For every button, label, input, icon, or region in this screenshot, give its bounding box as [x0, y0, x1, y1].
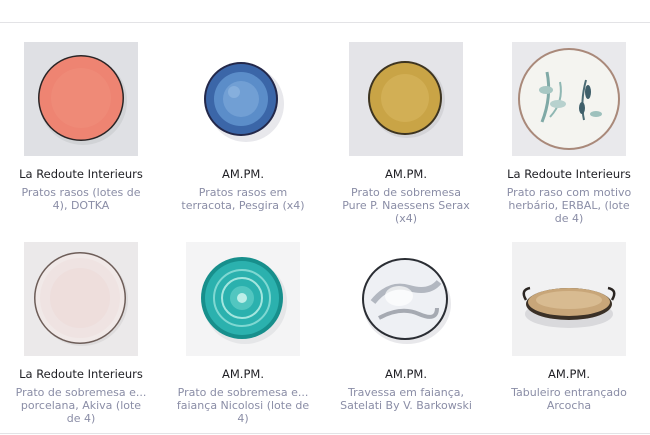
product-title[interactable]: Prato raso com motivo herbário, ERBAL, (…	[501, 186, 637, 225]
product-card[interactable]: La Redoute Interieurs Pratos rasos (lote…	[0, 42, 162, 212]
product-brand[interactable]: AM.PM.	[325, 167, 487, 181]
product-image-blue-glazed-plate[interactable]	[186, 42, 300, 156]
product-image-herbal-plate[interactable]	[512, 42, 626, 156]
product-image-woven-tray[interactable]	[512, 242, 626, 356]
product-image-turquoise-mandala-plate[interactable]	[186, 242, 300, 356]
product-brand[interactable]: AM.PM.	[325, 367, 487, 381]
product-title[interactable]: Pratos rasos em terracota, Pesgira (x4)	[175, 186, 311, 212]
product-brand[interactable]: La Redoute Interieurs	[488, 167, 650, 181]
product-title[interactable]: Pratos rasos (lotes de 4), DOTKA	[13, 186, 149, 212]
product-title[interactable]: Prato de sobremesa e... porcelana, Akiva…	[13, 386, 149, 425]
product-card[interactable]: AM.PM. Tabuleiro entrançado Arcocha	[488, 242, 650, 412]
product-brand[interactable]: La Redoute Interieurs	[0, 167, 162, 181]
product-brand[interactable]: AM.PM.	[162, 167, 324, 181]
product-card[interactable]: AM.PM. Prato de sobremesa e... faiança N…	[162, 242, 324, 425]
product-card[interactable]: AM.PM. Travessa em faiança, Satelati By …	[325, 242, 487, 412]
product-brand[interactable]: La Redoute Interieurs	[0, 367, 162, 381]
product-image-mustard-plate[interactable]	[349, 42, 463, 156]
product-card[interactable]: AM.PM. Prato de sobremesa Pure P. Naesse…	[325, 42, 487, 225]
product-card[interactable]: La Redoute Interieurs Prato de sobremesa…	[0, 242, 162, 425]
product-image-marbled-platter[interactable]	[349, 242, 463, 356]
product-card[interactable]: AM.PM. Pratos rasos em terracota, Pesgir…	[162, 42, 324, 212]
product-image-dotted-white-plate[interactable]	[24, 242, 138, 356]
product-brand[interactable]: AM.PM.	[162, 367, 324, 381]
bottom-divider	[0, 433, 650, 434]
product-image-coral-plate[interactable]	[24, 42, 138, 156]
product-grid: La Redoute Interieurs Pratos rasos (lote…	[0, 0, 650, 435]
product-title[interactable]: Travessa em faiança, Satelati By V. Bark…	[338, 386, 474, 412]
product-title[interactable]: Tabuleiro entrançado Arcocha	[501, 386, 637, 412]
product-brand[interactable]: AM.PM.	[488, 367, 650, 381]
product-card[interactable]: La Redoute Interieurs Prato raso com mot…	[488, 42, 650, 225]
product-title[interactable]: Prato de sobremesa e... faiança Nicolosi…	[175, 386, 311, 425]
product-title[interactable]: Prato de sobremesa Pure P. Naessens Sera…	[338, 186, 474, 225]
